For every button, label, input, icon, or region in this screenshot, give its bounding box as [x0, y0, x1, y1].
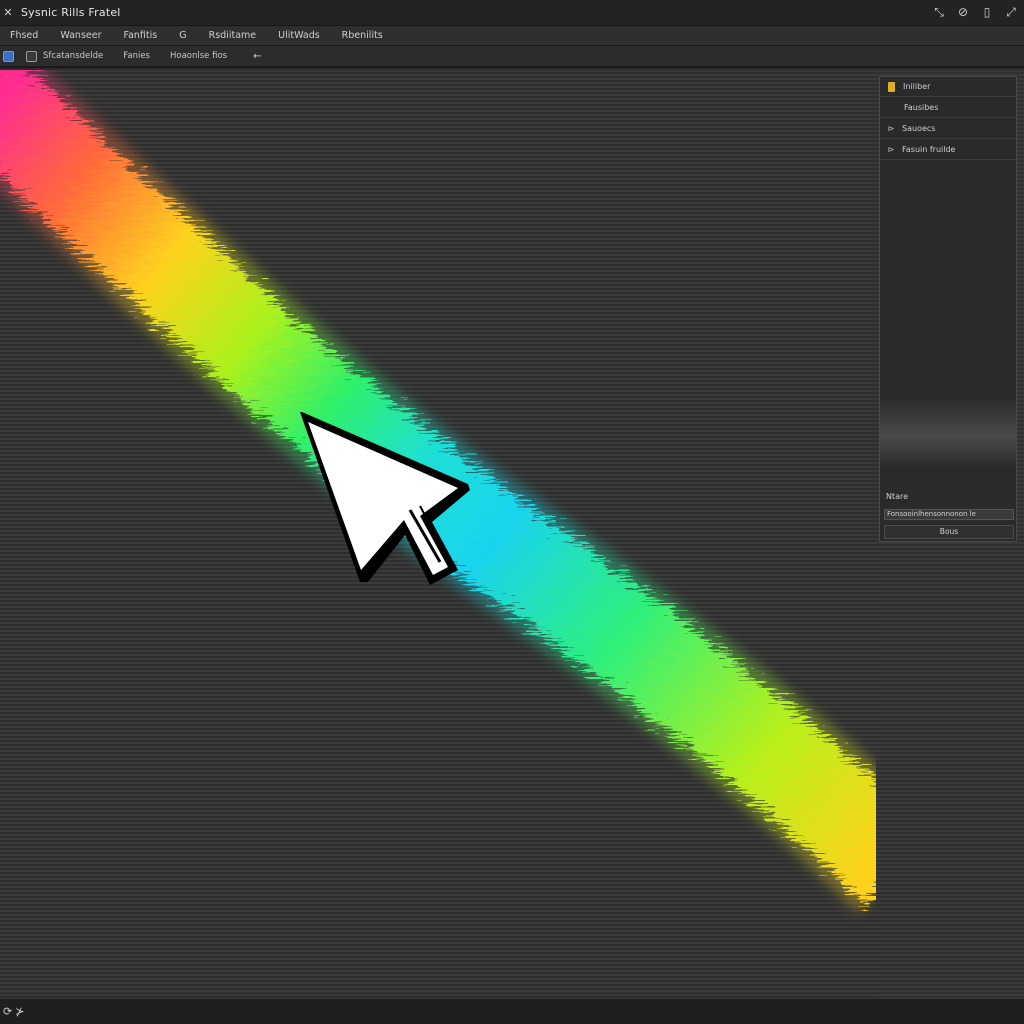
panel-row-4[interactable]: ⊳ Fasuin fruilde [880, 140, 1016, 160]
menu-bar: Fhsed Wanseer Fanfitis G Rsdiitame UlitW… [0, 26, 1024, 46]
title-bar: ✕ Sysnic Rills Fratel ⤡ ⊘ ▯ ⤢ [0, 0, 1024, 26]
toolbar: Sfcatansdelde Fanies Hoaonlse fios ← [0, 46, 1024, 68]
panel-row-3[interactable]: ⊳ Sauoecs [880, 119, 1016, 139]
maximize-icon[interactable]: ▯ [982, 5, 992, 20]
window-title: Sysnic Rills Fratel [21, 6, 121, 19]
menu-item-5[interactable]: Rsdiitame [209, 30, 257, 41]
menu-item-6[interactable]: UlitWads [278, 30, 320, 41]
layer-icon[interactable] [26, 50, 37, 62]
app-logo-icon: ✕ [3, 6, 13, 19]
panel-row-label: Sauoecs [902, 124, 936, 133]
toolbar-label-2[interactable]: Fanies [123, 51, 150, 61]
toolbar-label-3[interactable]: Hoaonlse fios [170, 51, 227, 61]
drawing-canvas[interactable] [0, 70, 876, 998]
panel-name-field[interactable]: Fonsooinlhensonnonon le [884, 509, 1014, 520]
panel-preview [880, 397, 1016, 467]
settings-icon[interactable]: ⊘ [958, 5, 968, 20]
expand-arrow-icon[interactable]: ⊳ [886, 145, 896, 154]
canvas-artwork [0, 70, 876, 913]
layers-panel: Iniliber Fausibes ⊳ Sauoecs ⊳ Fasuin fru… [879, 76, 1017, 542]
menu-item-3[interactable]: Fanfitis [124, 30, 158, 41]
panel-row-label: Iniliber [903, 82, 931, 91]
window-controls: ⤡ ⊘ ▯ ⤢ [934, 5, 1024, 20]
tool-icon[interactable]: ⊁ [15, 1005, 24, 1018]
expand-icon[interactable]: ⤢ [1006, 5, 1016, 20]
status-bar: ⟳ ⊁ [0, 998, 1024, 1024]
layer-color-icon [888, 81, 895, 92]
panel-row-label: Fasuin fruilde [902, 145, 956, 154]
back-arrow-icon[interactable]: ← [253, 51, 261, 62]
restore-icon[interactable]: ⤡ [934, 5, 944, 20]
menu-item-file[interactable]: Fhsed [10, 30, 38, 41]
menu-item-7[interactable]: Rbenilits [342, 30, 383, 41]
panel-row-label: Fausibes [904, 103, 939, 112]
panel-action-button[interactable]: Bous [884, 525, 1014, 539]
panel-footer-label: Ntare [886, 492, 909, 501]
expand-arrow-icon[interactable]: ⊳ [886, 124, 896, 133]
app-window: ✕ Sysnic Rills Fratel ⤡ ⊘ ▯ ⤢ Fhsed Wans… [0, 0, 1024, 1024]
toolbar-label-1[interactable]: Sfcatansdelde [43, 51, 103, 61]
folder-icon[interactable] [3, 50, 14, 62]
panel-row-1[interactable]: Iniliber [880, 77, 1016, 97]
menu-item-2[interactable]: Wanseer [60, 30, 101, 41]
menu-item-4[interactable]: G [179, 30, 186, 41]
panel-row-2[interactable]: Fausibes [880, 98, 1016, 118]
refresh-icon[interactable]: ⟳ [3, 1005, 12, 1018]
right-panel: Iniliber Fausibes ⊳ Sauoecs ⊳ Fasuin fru… [876, 70, 1024, 998]
